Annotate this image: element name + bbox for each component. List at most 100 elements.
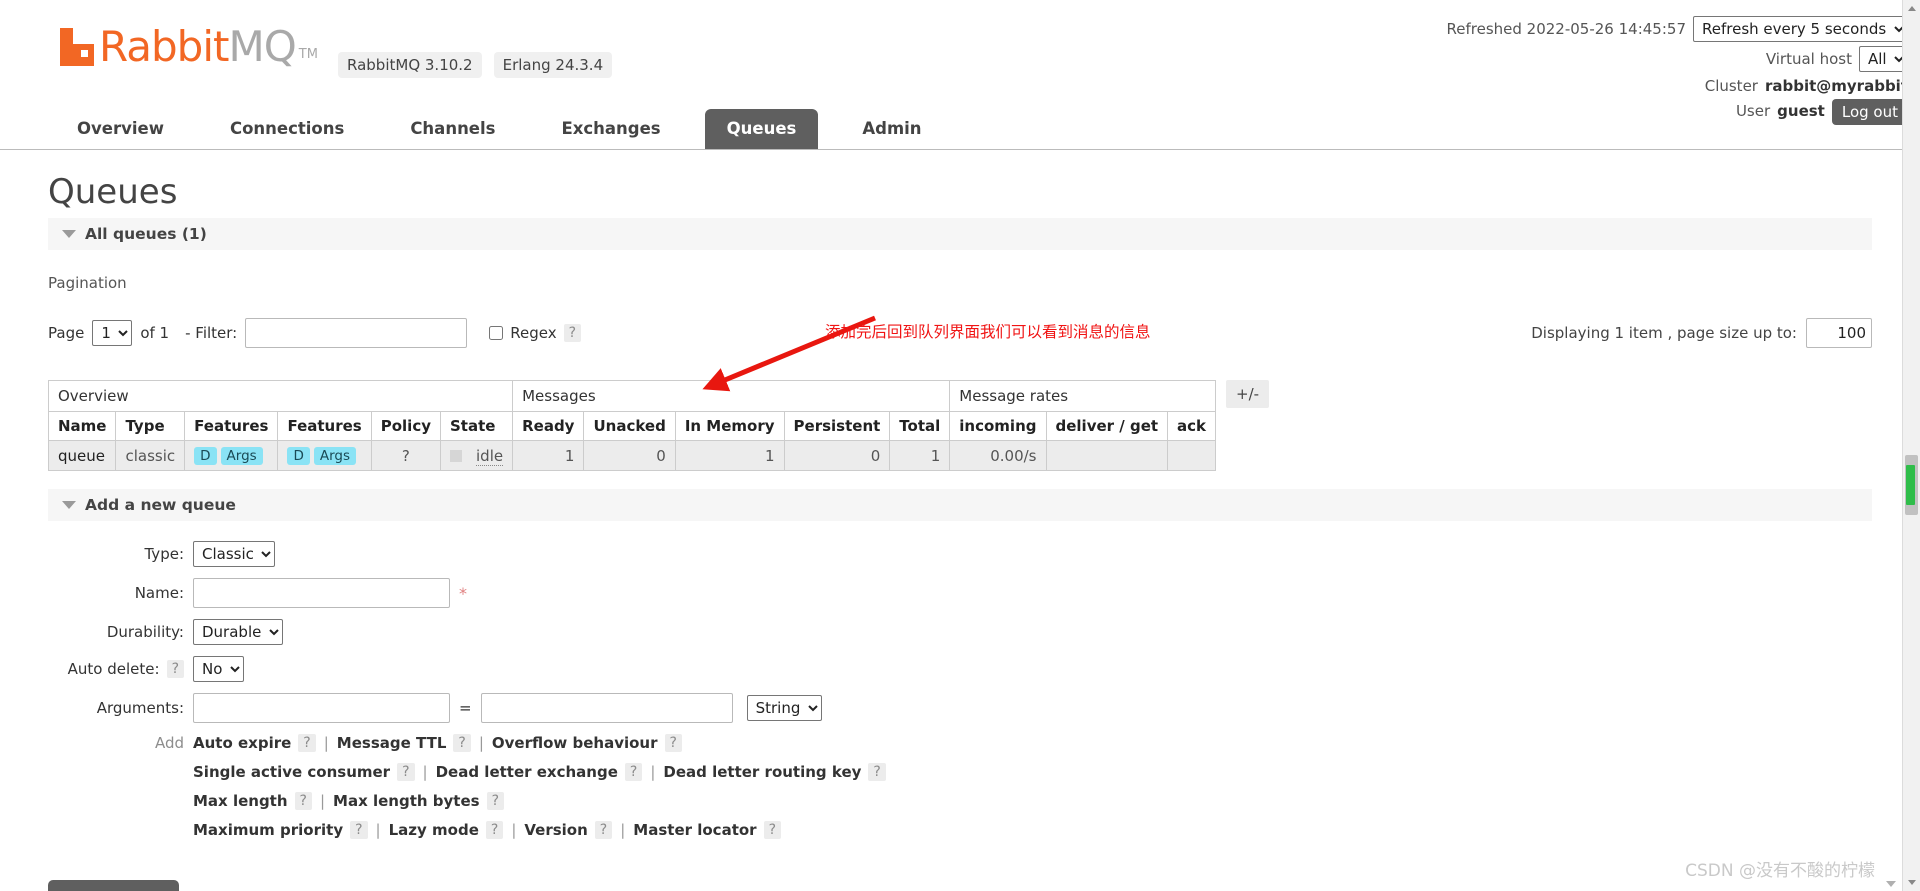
preset-version[interactable]: Version — [524, 821, 587, 839]
message-ttl-help-icon[interactable]: ? — [453, 734, 471, 752]
cell-ack — [1167, 440, 1217, 471]
preset-auto-expire[interactable]: Auto expire — [193, 734, 291, 752]
page-number-select[interactable]: 1 — [92, 320, 133, 346]
col-ack[interactable]: ack — [1167, 411, 1217, 441]
maximum-priority-help-icon[interactable]: ? — [350, 821, 368, 839]
tab-overview[interactable]: Overview — [55, 109, 186, 149]
version-help-icon[interactable]: ? — [594, 821, 613, 839]
feature-badge-durable[interactable]: D — [194, 447, 217, 465]
regex-help-icon[interactable]: ? — [563, 324, 582, 342]
col-unacked[interactable]: Unacked — [583, 411, 676, 441]
preset-dead-letter-routing-key[interactable]: Dead letter routing key — [663, 763, 861, 781]
vhost-row: Virtual host All — [1447, 44, 1908, 74]
col-ready[interactable]: Ready — [512, 411, 585, 441]
scroll-up-arrow-icon[interactable] — [1903, 0, 1920, 17]
col-persistent[interactable]: Persistent — [783, 411, 891, 441]
feature-badge-args[interactable]: Args — [220, 447, 263, 465]
refresh-interval-select[interactable]: Refresh every 5 seconds — [1693, 16, 1908, 42]
col-policy[interactable]: Policy — [370, 411, 442, 441]
all-queues-section-header[interactable]: All queues (1) — [48, 218, 1872, 250]
form-row-arguments: Arguments: = String — [48, 693, 1872, 723]
add-argument-link[interactable]: Add — [48, 734, 193, 850]
max-length-bytes-help-icon[interactable]: ? — [486, 792, 505, 810]
preset-message-ttl[interactable]: Message TTL — [337, 734, 447, 752]
cell-policy: ? — [370, 440, 442, 471]
preset-separator-5: | — [319, 792, 326, 810]
preset-dead-letter-exchange[interactable]: Dead letter exchange — [436, 763, 618, 781]
preset-master-locator[interactable]: Master locator — [633, 821, 756, 839]
auto-expire-help-icon[interactable]: ? — [298, 734, 316, 752]
tab-admin[interactable]: Admin — [840, 109, 943, 149]
col-name[interactable]: Name — [47, 411, 117, 441]
argument-type-select[interactable]: String — [746, 695, 822, 721]
rabbitmq-management-page: RabbitMQ TM RabbitMQ 3.10.2 Erlang 24.3.… — [0, 0, 1920, 891]
main-content: Queues All queues (1) Pagination Page 1 … — [0, 150, 1920, 891]
argument-key-input[interactable] — [193, 693, 450, 723]
overflow-behaviour-help-icon[interactable]: ? — [664, 734, 682, 752]
col-state[interactable]: State — [439, 411, 514, 441]
preset-line-4: Maximum priority ? | Lazy mode ? | Versi… — [193, 821, 886, 839]
auto-delete-label: Auto delete: — [67, 660, 160, 678]
group-header-overview: Overview — [47, 380, 514, 412]
dead-letter-routing-key-help-icon[interactable]: ? — [868, 763, 886, 781]
col-in-memory[interactable]: In Memory — [674, 411, 785, 441]
arguments-label: Arguments: — [96, 699, 184, 717]
auto-delete-help-icon[interactable]: ? — [166, 660, 184, 678]
regex-checkbox[interactable] — [489, 326, 504, 340]
preset-maximum-priority[interactable]: Maximum priority — [193, 821, 343, 839]
col-features-1[interactable]: Features — [184, 411, 279, 441]
max-length-help-icon[interactable]: ? — [294, 792, 312, 810]
add-queue-section-header[interactable]: Add a new queue — [48, 489, 1872, 521]
all-queues-label: All queues (1) — [85, 225, 207, 243]
col-incoming[interactable]: incoming — [949, 411, 1047, 441]
add-queue-section-title: Add a new queue — [85, 496, 236, 514]
preset-line-2: Single active consumer ? | Dead letter e… — [193, 763, 886, 781]
feature-badge-durable-2[interactable]: D — [287, 447, 310, 465]
col-deliver-get[interactable]: deliver / get — [1045, 411, 1169, 441]
preset-single-active-consumer[interactable]: Single active consumer — [193, 763, 390, 781]
preset-line-1: Auto expire ? | Message TTL ? | Overflow… — [193, 734, 886, 752]
col-type[interactable]: Type — [115, 411, 186, 441]
auto-delete-label-wrap: Auto delete: ? — [48, 660, 193, 678]
preset-separator-3: | — [422, 763, 428, 781]
cell-deliver-get — [1045, 440, 1169, 471]
preset-max-length[interactable]: Max length — [193, 792, 288, 810]
argument-value-input[interactable] — [480, 693, 733, 723]
tab-connections[interactable]: Connections — [208, 109, 366, 149]
vhost-select[interactable]: All — [1859, 46, 1908, 72]
col-features-2[interactable]: Features — [277, 411, 372, 441]
queue-type-select[interactable]: Classic — [193, 541, 275, 567]
tab-channels[interactable]: Channels — [388, 109, 517, 149]
durability-select[interactable]: Durable — [193, 619, 283, 645]
table-column-header-row: Name Type Features Features Policy State… — [47, 411, 1217, 441]
dead-letter-exchange-help-icon[interactable]: ? — [624, 763, 643, 781]
toggle-columns-button[interactable]: +/- — [1226, 380, 1270, 408]
feature-badge-args-2[interactable]: Args — [313, 447, 356, 465]
preset-separator-2: | — [478, 734, 484, 752]
filter-label: - Filter: — [185, 324, 238, 342]
preset-max-length-bytes[interactable]: Max length bytes — [333, 792, 480, 810]
tab-queues[interactable]: Queues — [704, 109, 819, 149]
cell-in-memory: 1 — [674, 440, 785, 471]
scroll-down-arrow-icon[interactable] — [1903, 874, 1920, 891]
form-row-auto-delete: Auto delete: ? No — [48, 656, 1872, 682]
cell-queue-name[interactable]: queue — [47, 440, 117, 471]
page-scrollbar[interactable] — [1902, 0, 1920, 891]
preset-overflow-behaviour[interactable]: Overflow behaviour — [492, 734, 658, 752]
rabbitmq-logo[interactable]: RabbitMQ TM — [60, 26, 318, 68]
filter-input[interactable] — [245, 318, 468, 348]
rabbitmq-version-pill: RabbitMQ 3.10.2 — [338, 52, 482, 78]
cluster-name: rabbit@myrabbit — [1764, 77, 1908, 95]
scroll-hint-caret-icon — [1886, 881, 1896, 887]
add-queue-button[interactable]: Add queue — [48, 880, 179, 891]
master-locator-help-icon[interactable]: ? — [763, 821, 782, 839]
single-active-consumer-help-icon[interactable]: ? — [397, 763, 415, 781]
erlang-version-pill: Erlang 24.3.4 — [493, 52, 613, 78]
lazy-mode-help-icon[interactable]: ? — [485, 821, 504, 839]
auto-delete-select[interactable]: No — [193, 656, 244, 682]
queue-name-input[interactable] — [193, 578, 450, 608]
tab-exchanges[interactable]: Exchanges — [539, 109, 682, 149]
page-size-input[interactable] — [1806, 318, 1872, 348]
preset-lazy-mode[interactable]: Lazy mode — [389, 821, 479, 839]
col-total[interactable]: Total — [889, 411, 951, 441]
